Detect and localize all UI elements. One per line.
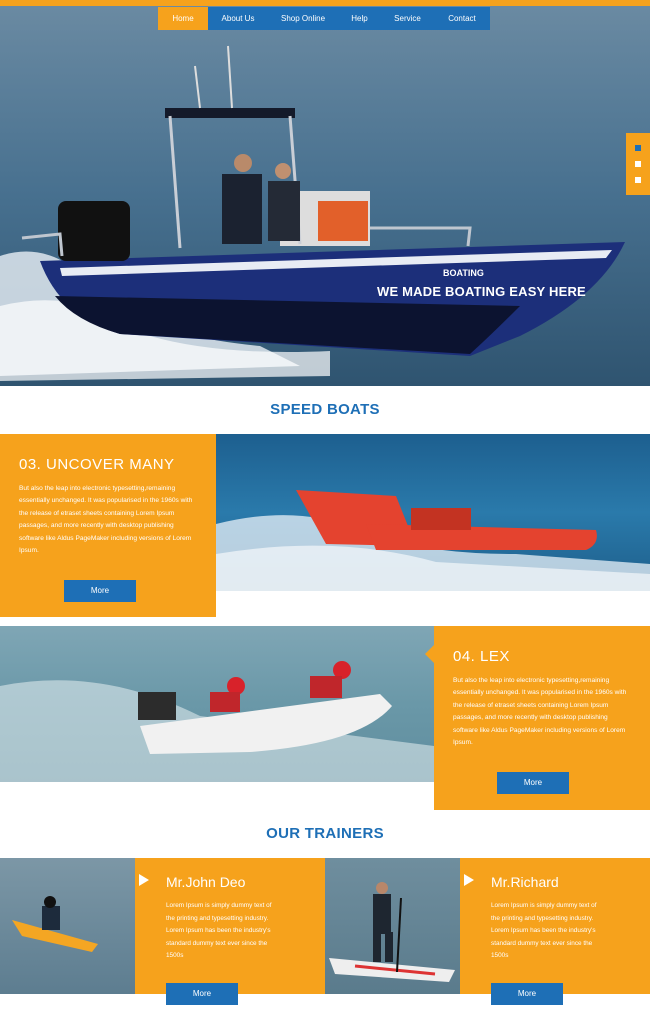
speed-boats-heading: SPEED BOATS	[270, 401, 380, 418]
slider-pagination	[626, 133, 650, 195]
feature-title: 03. UNCOVER MANY	[19, 456, 175, 473]
feature-pointer	[425, 645, 434, 663]
trainer-name: Mr.John Deo	[166, 874, 246, 890]
slide-dot-3[interactable]	[635, 177, 641, 183]
hero-brand-logo: BOATING	[443, 268, 484, 278]
play-arrow-icon	[139, 874, 149, 886]
speed-boat-photo	[216, 434, 650, 591]
trainer-bio: Lorem Ipsum is simply dummy text of the …	[166, 902, 272, 960]
feature-more-button[interactable]: More	[64, 580, 136, 602]
hero-slider: BOATING WE MADE BOATING EASY HERE	[0, 6, 650, 386]
play-arrow-icon	[464, 874, 474, 886]
feature-more-button[interactable]: More	[497, 772, 569, 794]
trainer-card-richard: Mr.Richard Lorem Ipsum is simply dummy t…	[460, 858, 650, 1005]
feature-title: 04. LEX	[453, 648, 510, 665]
trainer-card-john: Mr.John Deo Lorem Ipsum is simply dummy …	[135, 858, 325, 1005]
hero-boat-illustration	[0, 6, 650, 386]
trainer-more-button[interactable]: More	[491, 983, 563, 1005]
trainer-bio: Lorem Ipsum is simply dummy text of the …	[491, 902, 597, 960]
feature-card-lex: 04. LEX But also the leap into electroni…	[434, 626, 650, 810]
hero-tagline: WE MADE BOATING EASY HERE	[377, 284, 586, 299]
nav-shop-online[interactable]: Shop Online	[268, 7, 338, 30]
nav-about-us[interactable]: About Us	[208, 7, 268, 30]
feature-description: But also the leap into electronic typese…	[453, 677, 627, 747]
slide-dot-1[interactable]	[635, 145, 641, 151]
nav-home[interactable]: Home	[158, 7, 208, 30]
nav-help[interactable]: Help	[338, 7, 381, 30]
feature-card-uncover-many: 03. UNCOVER MANY But also the leap into …	[0, 434, 216, 617]
trainer-more-button[interactable]: More	[166, 983, 238, 1005]
trainers-heading: OUR TRAINERS	[266, 825, 384, 842]
feature-description: But also the leap into electronic typese…	[19, 485, 193, 555]
nav-service[interactable]: Service	[381, 7, 434, 30]
trainer-photo-richard	[325, 858, 460, 994]
slide-dot-2[interactable]	[635, 161, 641, 167]
trainer-photo-john	[0, 858, 135, 994]
race-boat-photo	[0, 626, 434, 782]
main-navigation: Home About Us Shop Online Help Service C…	[158, 7, 490, 30]
trainer-name: Mr.Richard	[491, 874, 559, 890]
nav-contact[interactable]: Contact	[434, 7, 490, 30]
